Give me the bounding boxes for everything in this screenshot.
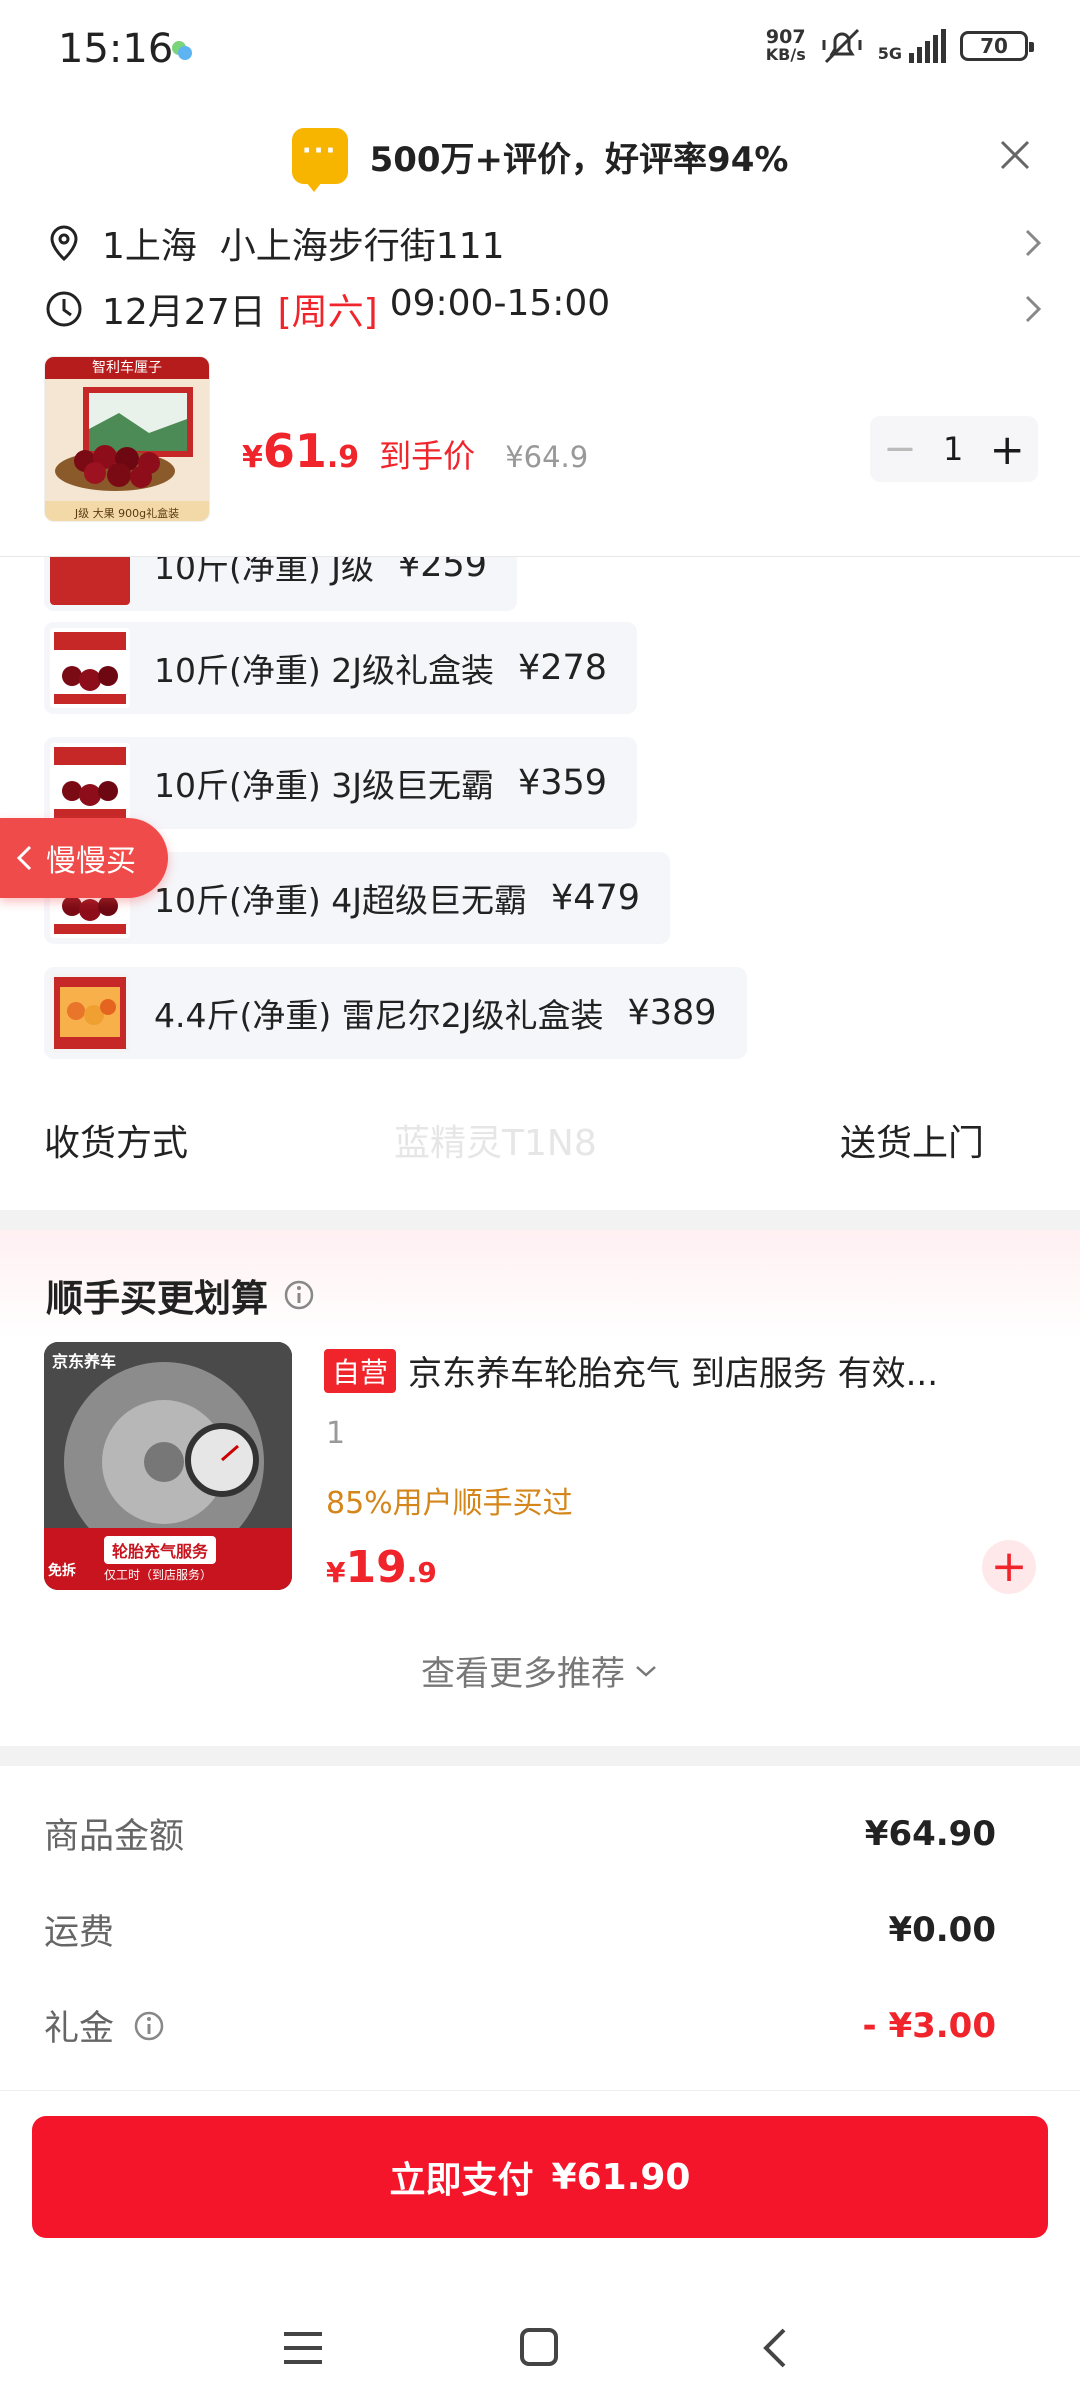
sku-option[interactable]: 4.4斤(净重) 雷尼尔2J级礼盒装 ¥389 <box>44 967 747 1059</box>
quantity-value[interactable]: 1 <box>943 430 963 468</box>
quantity-stepper: − 1 + <box>870 416 1038 482</box>
summary-shipping-row: 运费 ¥0.00 <box>44 1909 996 1954</box>
back-icon[interactable] <box>760 2326 790 2370</box>
chevron-down-icon <box>636 1665 656 1677</box>
decrease-button[interactable]: − <box>883 426 917 472</box>
receive-method-label: 收货方式 <box>44 1123 189 1164</box>
sku-thumbnail <box>50 628 130 708</box>
add-addon-button[interactable]: + <box>982 1540 1036 1594</box>
rating-text: 500万+评价，好评率94% <box>369 139 789 180</box>
divider <box>0 2090 1080 2091</box>
sku-option[interactable]: 10斤(净重) 2J级礼盒装 ¥278 <box>44 622 638 714</box>
location-pin-icon <box>50 225 78 262</box>
summary-gift-row: 礼金 - ¥3.00 <box>44 2005 996 2050</box>
system-nav-bar <box>0 2300 1080 2400</box>
addon-price: ¥ 19 .9 <box>326 1542 437 1593</box>
delivery-time-row[interactable]: 12月27日 [周六] 09:00-15:00 <box>44 283 1044 334</box>
addon-hint: 85%用户顺手买过 <box>326 1486 573 1521</box>
sku-thumbnail <box>50 557 130 605</box>
addon-title: 顺手买更划算 <box>46 1277 268 1320</box>
info-icon[interactable] <box>132 2009 166 2043</box>
chat-bubble-icon: ··· <box>291 128 348 192</box>
chevron-right-icon <box>1025 295 1042 323</box>
info-icon[interactable] <box>282 1278 316 1312</box>
addon-product-title[interactable]: 京东养车轮胎充气 到店服务 有效... <box>408 1346 938 1395</box>
receive-method-value: 送货上门 <box>839 1123 984 1164</box>
network-speed: 907 KB/s <box>765 26 806 64</box>
menu-icon[interactable] <box>282 2328 324 2368</box>
pay-now-button[interactable]: 立即支付 ¥61.90 <box>32 2116 1048 2238</box>
battery-indicator: 70 <box>960 31 1034 61</box>
status-time: 15:16 <box>58 26 174 72</box>
sku-thumbnail <box>50 743 130 823</box>
delivery-text: 12月27日 [周六] 09:00-15:00 <box>102 283 611 333</box>
status-bar: 15:16 907 KB/s 5G 70 <box>0 0 1080 100</box>
sku-thumbnail <box>50 973 130 1053</box>
home-icon[interactable] <box>518 2326 560 2368</box>
wechat-notification-icon <box>172 41 192 60</box>
see-more-recommendations[interactable]: 查看更多推荐 <box>0 1646 1080 1695</box>
receive-method-row[interactable]: 收货方式 蓝精灵T1N8 送货上门 <box>44 1110 984 1170</box>
increase-button[interactable]: + <box>990 425 1025 474</box>
addon-qty: 1 <box>326 1416 346 1451</box>
rating-banner: ··· 500万+评价，好评率94% <box>0 118 1080 194</box>
address-row[interactable]: 1上海 小上海步行街111 <box>44 218 1044 268</box>
self-operated-badge: 自营 <box>324 1348 397 1393</box>
addon-section: 顺手买更划算 京东养车 轮胎充气服务 仅工时（到店服务） 免拆 自营 京东养车轮… <box>0 1230 1080 1750</box>
section-divider <box>0 1746 1080 1766</box>
addon-product-image[interactable]: 京东养车 轮胎充气服务 仅工时（到店服务） 免拆 <box>44 1342 292 1590</box>
slow-buy-tab[interactable]: 慢慢买 <box>0 818 168 898</box>
section-divider <box>0 1210 1080 1230</box>
product-thumbnail[interactable]: 智利车厘子 J级 大果 900g礼盒装 <box>44 356 210 522</box>
summary-goods-row: 商品金额 ¥64.90 <box>44 1813 996 1858</box>
signal-icon: 5G <box>878 29 946 63</box>
sku-option[interactable]: 10斤(净重) J级 ¥259 <box>44 557 518 611</box>
watermark-text: 蓝精灵T1N8 <box>394 1123 597 1164</box>
chevron-right-icon <box>1025 229 1042 257</box>
clock-icon <box>46 291 82 327</box>
close-icon[interactable] <box>994 134 1036 176</box>
chevron-left-icon <box>16 845 32 871</box>
mute-vibrate-icon <box>822 28 862 64</box>
address-text: 1上海 小上海步行街111 <box>102 226 505 267</box>
product-price: ¥ 61 .9 到手价 ¥64.9 <box>242 424 589 478</box>
sku-list: 10斤(净重) J级 ¥259 10斤(净重) 2J级礼盒装 ¥278 10斤(… <box>0 557 1080 1067</box>
sku-option[interactable]: 10斤(净重) 3J级巨无霸 ¥359 <box>44 737 638 829</box>
